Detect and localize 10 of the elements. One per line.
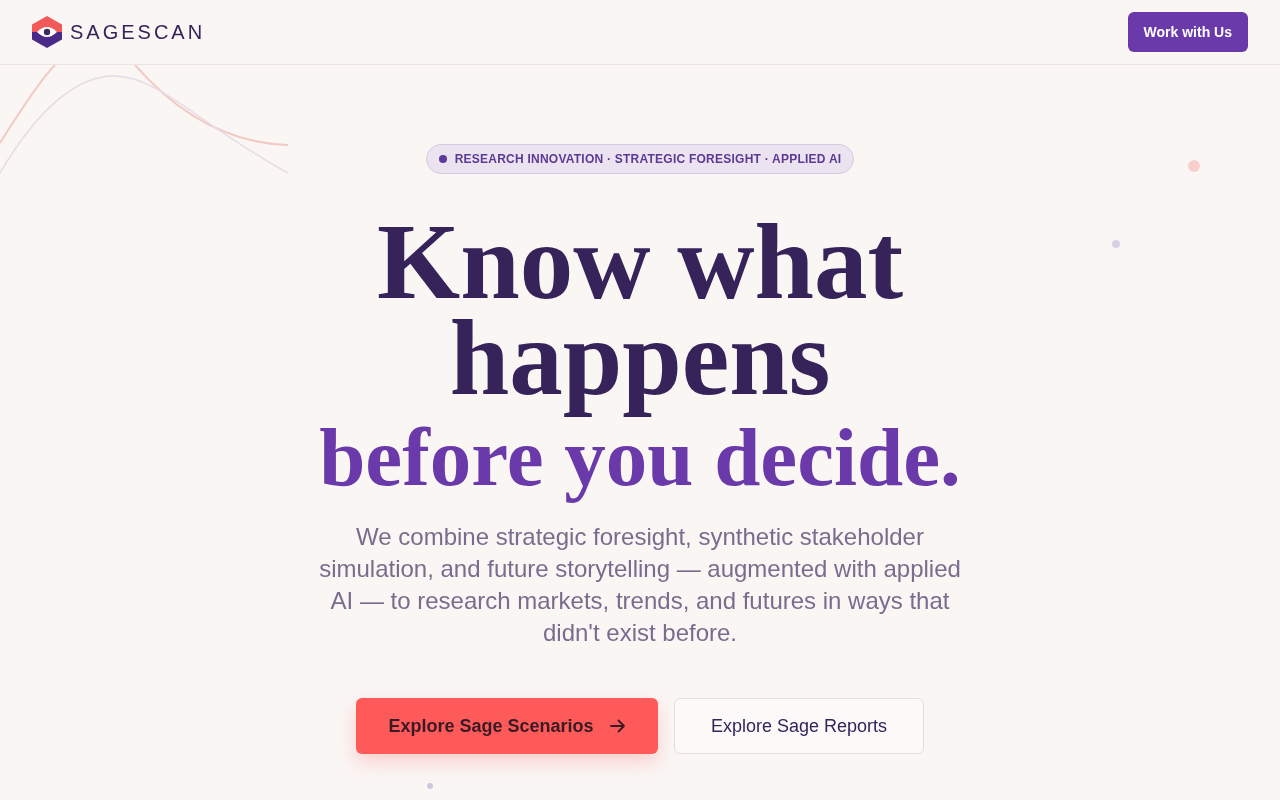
logo-wordmark[interactable]: SAGESCAN — [70, 17, 206, 47]
explore-scenarios-button[interactable]: Explore Sage Scenarios — [356, 698, 658, 754]
work-with-us-button[interactable]: Work with Us — [1127, 12, 1248, 52]
explore-reports-button[interactable]: Explore Sage Reports — [674, 698, 924, 754]
hexagon-logo-icon — [32, 16, 62, 48]
hero-description: We combine strategic foresight, synthetic stakeholder simulation, and future storytelling — augmented with applied AI — to research markets, trends, and futures in ways that didn't exist before. — [318, 522, 962, 648]
arrow-right-icon — [609, 719, 626, 733]
headline: Know what happens — [375, 206, 905, 419]
headline-accent: before you decide. — [319, 417, 961, 505]
badge-text: RESEARCH INNOVATION · STRATEGIC FORESIGHT · APPLIED AI — [454, 151, 842, 168]
